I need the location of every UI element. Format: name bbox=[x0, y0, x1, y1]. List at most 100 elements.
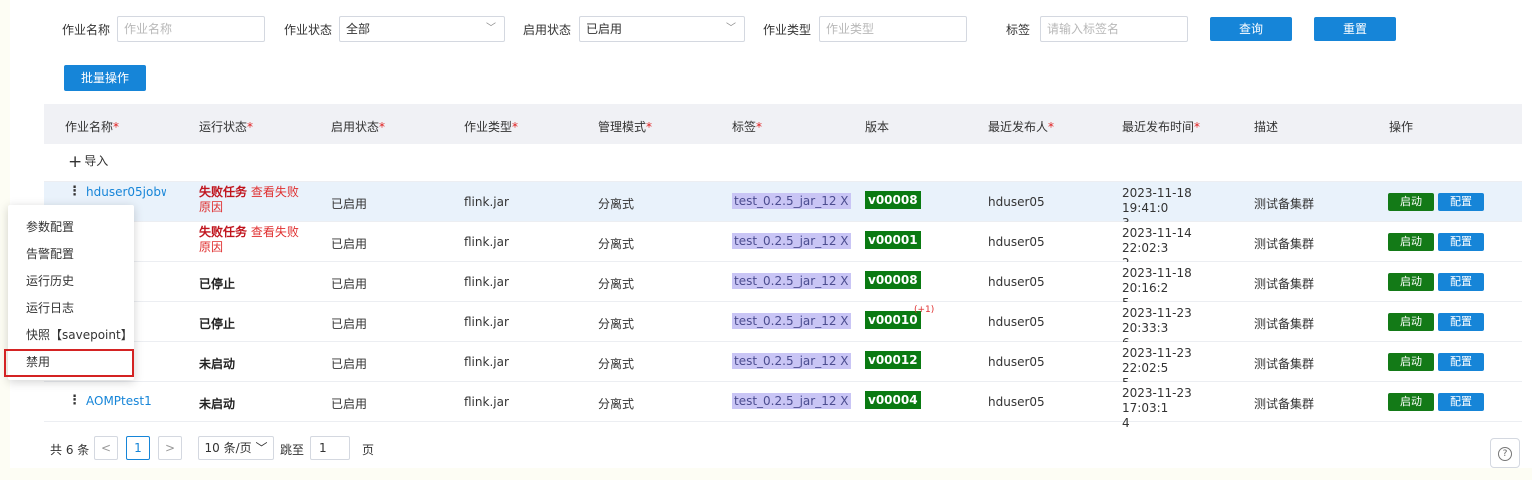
menu-item-savepoint[interactable]: 快照【savepoint】 bbox=[26, 326, 133, 343]
status-text: 失败任务 bbox=[199, 225, 248, 239]
config-button[interactable]: 配置 bbox=[1438, 193, 1484, 211]
chevron-down-icon: ﹀ bbox=[486, 23, 496, 34]
enable-status: 已启用 bbox=[331, 397, 368, 411]
enable-status-select[interactable]: 已启用 ﹀ bbox=[579, 16, 745, 42]
manage-mode: 分离式 bbox=[598, 277, 635, 291]
config-button[interactable]: 配置 bbox=[1438, 353, 1484, 371]
help-button[interactable]: ? bbox=[1490, 438, 1520, 468]
config-button[interactable]: 配置 bbox=[1438, 393, 1484, 411]
goto-label: 跳至 bbox=[280, 443, 305, 457]
publisher: hduser05 bbox=[988, 395, 1045, 409]
job-status-label: 作业状态 bbox=[284, 23, 333, 37]
prev-page-button[interactable]: < bbox=[94, 436, 118, 460]
run-status: 失败任务 查看失败原因 bbox=[199, 185, 299, 215]
col-enable-status: 启用状态* bbox=[331, 120, 386, 134]
help-circle-icon: ? bbox=[1498, 447, 1512, 461]
tag-chip[interactable]: test_0.2.5_jar_12 X bbox=[732, 233, 851, 249]
description: 测试备集群 bbox=[1254, 357, 1315, 371]
query-button[interactable]: 查询 bbox=[1210, 17, 1292, 41]
manage-mode: 分离式 bbox=[598, 317, 635, 331]
col-mode: 管理模式* bbox=[598, 120, 653, 134]
menu-item-run-history[interactable]: 运行历史 bbox=[26, 272, 74, 289]
table-header: 作业名称* 运行状态* 启用状态* 作业类型* 管理模式* 标签* 版本 最近发… bbox=[44, 104, 1522, 144]
start-button[interactable]: 启动 bbox=[1388, 233, 1434, 251]
manage-mode: 分离式 bbox=[598, 237, 635, 251]
page-1-button[interactable]: 1 bbox=[126, 436, 150, 460]
publisher: hduser05 bbox=[988, 355, 1045, 369]
version-badge[interactable]: v00008 bbox=[865, 191, 921, 209]
view-failure-link-cont[interactable]: 原因 bbox=[199, 200, 223, 214]
status-text: 失败任务 bbox=[199, 185, 248, 199]
description: 测试备集群 bbox=[1254, 317, 1315, 331]
config-button[interactable]: 配置 bbox=[1438, 273, 1484, 291]
publisher: hduser05 bbox=[988, 195, 1045, 209]
enable-status: 已启用 bbox=[331, 277, 368, 291]
start-button[interactable]: 启动 bbox=[1388, 193, 1434, 211]
job-name-input[interactable]: 作业名称 bbox=[117, 16, 265, 42]
view-failure-link-cont[interactable]: 原因 bbox=[199, 240, 223, 254]
start-button[interactable]: 启动 bbox=[1388, 393, 1434, 411]
menu-item-run-log[interactable]: 运行日志 bbox=[26, 299, 74, 316]
tag-chip[interactable]: test_0.2.5_jar_12 X bbox=[732, 273, 851, 289]
start-button[interactable]: 启动 bbox=[1388, 313, 1434, 331]
col-publish-time: 最近发布时间* bbox=[1122, 120, 1201, 134]
start-button[interactable]: 启动 bbox=[1388, 353, 1434, 371]
version-badge[interactable]: v00008 bbox=[865, 271, 921, 289]
tag-chip[interactable]: test_0.2.5_jar_12 X bbox=[732, 193, 851, 209]
enable-status: 已启用 bbox=[331, 317, 368, 331]
job-name-link[interactable]: hduser05jobwit bbox=[86, 185, 166, 199]
tag-label: 标签 bbox=[1006, 23, 1031, 37]
job-type: flink.jar bbox=[464, 315, 509, 329]
table-row: ⋮jobwit已停止已启用flink.jar分离式test_0.2.5_jar_… bbox=[44, 262, 1522, 310]
goto-page-input[interactable]: 1 bbox=[310, 436, 350, 460]
col-job-type: 作业类型* bbox=[464, 120, 519, 134]
enable-status: 已启用 bbox=[331, 237, 368, 251]
job-name-label: 作业名称 bbox=[62, 23, 111, 37]
config-button[interactable]: 配置 bbox=[1438, 313, 1484, 331]
job-type-label: 作业类型 bbox=[763, 23, 812, 37]
next-page-button[interactable]: > bbox=[158, 436, 182, 460]
view-failure-link[interactable]: 查看失败 bbox=[251, 225, 299, 239]
config-button[interactable]: 配置 bbox=[1438, 233, 1484, 251]
description: 测试备集群 bbox=[1254, 397, 1315, 411]
col-version: 版本 bbox=[865, 120, 890, 134]
manage-mode: 分离式 bbox=[598, 397, 635, 411]
more-vertical-icon[interactable]: ⋮ bbox=[68, 393, 81, 408]
table-row: ⋮ hduser05jobwit 失败任务 查看失败原因 已启用 flink.jar 分离… bbox=[44, 182, 1522, 230]
publisher: hduser05 bbox=[988, 315, 1045, 329]
plus-icon: + bbox=[68, 152, 83, 172]
tag-chip[interactable]: test_0.2.5_jar_12 X bbox=[732, 313, 851, 329]
view-failure-link[interactable]: 查看失败 bbox=[251, 185, 299, 199]
tag-input[interactable]: 请输入标签名 bbox=[1040, 16, 1188, 42]
job-name-link[interactable]: AOMPtest1 bbox=[86, 394, 166, 408]
version-badge[interactable]: v00010 bbox=[865, 311, 921, 329]
table-row: ⋮t2失败任务 查看失败原因已启用flink.jar分离式test_0.2.5_… bbox=[44, 222, 1522, 270]
enable-status-label: 启用状态 bbox=[523, 23, 572, 37]
page-size-select[interactable]: 10 条/页 ﹀ bbox=[198, 436, 274, 460]
version-increment: (+1) bbox=[914, 305, 935, 315]
menu-item-alert-config[interactable]: 告警配置 bbox=[26, 245, 74, 262]
job-type: flink.jar bbox=[464, 355, 509, 369]
job-type-input[interactable]: 作业类型 bbox=[819, 16, 967, 42]
col-tag: 标签* bbox=[732, 120, 763, 134]
import-button[interactable]: + 导入 bbox=[68, 152, 108, 172]
tag-chip[interactable]: test_0.2.5_jar_12 X bbox=[732, 353, 851, 369]
tag-chip[interactable]: test_0.2.5_jar_12 X bbox=[732, 393, 851, 409]
version-badge[interactable]: v00001 bbox=[865, 231, 921, 249]
menu-item-param-config[interactable]: 参数配置 bbox=[26, 218, 74, 235]
run-status: 已停止 bbox=[199, 277, 236, 291]
disable-highlight-box bbox=[4, 349, 134, 377]
more-vertical-icon[interactable]: ⋮ bbox=[68, 184, 81, 199]
description: 测试备集群 bbox=[1254, 277, 1315, 291]
batch-operation-button[interactable]: 批量操作 bbox=[64, 65, 146, 91]
reset-button[interactable]: 重置 bbox=[1314, 17, 1396, 41]
description: 测试备集群 bbox=[1254, 237, 1315, 251]
start-button[interactable]: 启动 bbox=[1388, 273, 1434, 291]
job-status-select[interactable]: 全部 ﹀ bbox=[339, 16, 505, 42]
col-desc: 描述 bbox=[1254, 120, 1279, 134]
enable-status-value: 已启用 bbox=[586, 22, 623, 36]
version-badge[interactable]: v00004 bbox=[865, 391, 921, 409]
description: 测试备集群 bbox=[1254, 197, 1315, 211]
version-badge[interactable]: v00012 bbox=[865, 351, 921, 369]
chevron-down-icon: ﹀ bbox=[726, 23, 736, 34]
